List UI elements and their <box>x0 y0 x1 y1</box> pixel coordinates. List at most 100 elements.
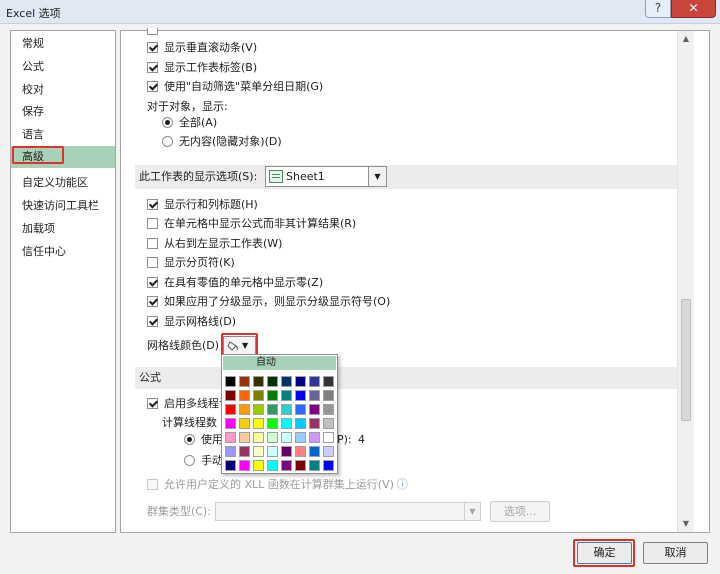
color-swatch[interactable] <box>295 418 306 429</box>
scroll-down-icon[interactable]: ▼ <box>678 516 694 532</box>
sheet-selector-dropdown[interactable]: Sheet1 ▼ <box>265 166 387 187</box>
color-swatch[interactable] <box>253 432 264 443</box>
show-page-breaks-checkbox[interactable] <box>147 256 158 268</box>
color-swatch[interactable] <box>295 460 306 471</box>
color-swatch[interactable] <box>239 446 250 457</box>
color-swatch[interactable] <box>253 418 264 429</box>
color-swatch[interactable] <box>239 432 250 443</box>
color-swatch[interactable] <box>239 390 250 401</box>
option-row[interactable]: 在单元格中显示公式而非其计算结果(R) <box>147 214 356 232</box>
option-row[interactable]: 在具有零值的单元格中显示零(Z) <box>147 273 323 291</box>
group-dates-checkbox[interactable] <box>147 80 158 92</box>
nav-item-language[interactable]: 语言 <box>11 124 115 146</box>
color-swatch[interactable] <box>225 376 236 387</box>
option-row[interactable]: 启用多线程计 <box>147 394 230 412</box>
manual-threads-radio[interactable] <box>184 454 195 466</box>
color-swatch[interactable] <box>281 376 292 387</box>
chevron-down-icon[interactable]: ▼ <box>464 503 480 520</box>
color-swatch[interactable] <box>281 432 292 443</box>
color-swatch[interactable] <box>323 460 334 471</box>
color-swatch[interactable] <box>253 390 264 401</box>
hide-objects-radio[interactable] <box>162 135 173 147</box>
cluster-type-dropdown[interactable]: ▼ <box>215 502 481 521</box>
content-scrollbar[interactable]: ▲ ▼ <box>677 31 694 532</box>
color-swatch[interactable] <box>267 460 278 471</box>
show-gridlines-checkbox[interactable] <box>147 315 158 327</box>
color-swatch[interactable] <box>295 446 306 457</box>
nav-item-save[interactable]: 保存 <box>11 101 115 123</box>
color-swatch[interactable] <box>323 390 334 401</box>
option-row[interactable]: 显示行和列标题(H) <box>147 195 258 213</box>
radio-row[interactable]: 使用 <box>184 430 223 448</box>
color-swatch[interactable] <box>267 376 278 387</box>
show-zeros-checkbox[interactable] <box>147 276 158 288</box>
color-swatch[interactable] <box>267 404 278 415</box>
nav-item-general[interactable]: 常规 <box>11 33 115 55</box>
show-headers-checkbox[interactable] <box>147 198 158 210</box>
color-swatch[interactable] <box>309 460 320 471</box>
color-swatch[interactable] <box>309 432 320 443</box>
automatic-color-option[interactable]: 自动 <box>223 356 336 370</box>
show-vertical-scrollbar-checkbox[interactable] <box>147 41 158 53</box>
color-swatch[interactable] <box>323 376 334 387</box>
show-all-objects-radio[interactable] <box>162 116 173 128</box>
color-swatch[interactable] <box>323 432 334 443</box>
color-swatch[interactable] <box>281 404 292 415</box>
help-button[interactable]: ? <box>645 0 671 18</box>
color-swatch[interactable] <box>239 418 250 429</box>
scroll-up-icon[interactable]: ▲ <box>678 31 694 47</box>
chevron-down-icon[interactable]: ▼ <box>368 167 386 186</box>
show-sheet-tabs-checkbox[interactable] <box>147 61 158 73</box>
color-swatch[interactable] <box>281 418 292 429</box>
scrollbar-thumb[interactable] <box>681 299 691 421</box>
color-swatch[interactable] <box>253 446 264 457</box>
color-swatch[interactable] <box>281 446 292 457</box>
color-swatch[interactable] <box>225 418 236 429</box>
color-swatch[interactable] <box>225 446 236 457</box>
color-swatch[interactable] <box>295 404 306 415</box>
nav-item-proofing[interactable]: 校对 <box>11 79 115 101</box>
cancel-button[interactable]: 取消 <box>643 542 708 564</box>
color-swatch[interactable] <box>239 376 250 387</box>
show-outline-symbols-checkbox[interactable] <box>147 295 158 307</box>
close-button[interactable]: ✕ <box>671 0 716 18</box>
color-swatch[interactable] <box>309 418 320 429</box>
color-swatch[interactable] <box>267 446 278 457</box>
color-swatch[interactable] <box>253 376 264 387</box>
right-to-left-checkbox[interactable] <box>147 237 158 249</box>
color-swatch[interactable] <box>295 376 306 387</box>
nav-item-formulas[interactable]: 公式 <box>11 56 115 78</box>
color-swatch[interactable] <box>323 418 334 429</box>
nav-item-trust-center[interactable]: 信任中心 <box>11 241 115 263</box>
color-swatch[interactable] <box>323 404 334 415</box>
color-swatch[interactable] <box>323 446 334 457</box>
color-swatch[interactable] <box>295 432 306 443</box>
color-swatch[interactable] <box>267 432 278 443</box>
nav-item-quick-access-toolbar[interactable]: 快速访问工具栏 <box>11 195 115 217</box>
color-swatch[interactable] <box>225 390 236 401</box>
option-row[interactable]: 显示工作表标签(B) <box>147 58 257 76</box>
cluster-options-button[interactable]: 选项... <box>490 501 550 522</box>
color-swatch[interactable] <box>239 404 250 415</box>
nav-item-add-ins[interactable]: 加载项 <box>11 218 115 240</box>
color-swatch[interactable] <box>239 460 250 471</box>
color-swatch[interactable] <box>225 404 236 415</box>
option-row[interactable]: 允许用户定义的 XLL 函数在计算群集上运行(V) ⓘ <box>147 475 408 493</box>
color-swatch[interactable] <box>309 376 320 387</box>
radio-row[interactable]: 无内容(隐藏对象)(D) <box>162 132 282 150</box>
option-row[interactable]: 显示网格线(D) <box>147 312 236 330</box>
color-swatch[interactable] <box>267 390 278 401</box>
color-swatch[interactable] <box>281 460 292 471</box>
xll-cluster-checkbox[interactable] <box>147 478 158 490</box>
color-swatch[interactable] <box>253 404 264 415</box>
show-formulas-checkbox[interactable] <box>147 217 158 229</box>
color-swatch[interactable] <box>295 390 306 401</box>
nav-item-customize-ribbon[interactable]: 自定义功能区 <box>11 172 115 194</box>
radio-row[interactable]: 手动 <box>184 451 223 469</box>
color-swatch[interactable] <box>253 460 264 471</box>
option-row[interactable]: 显示分页符(K) <box>147 253 235 271</box>
option-row[interactable]: 使用"自动筛选"菜单分组日期(G) <box>147 77 323 95</box>
color-swatch[interactable] <box>309 446 320 457</box>
color-swatch[interactable] <box>309 390 320 401</box>
option-row[interactable]: 显示垂直滚动条(V) <box>147 38 257 56</box>
